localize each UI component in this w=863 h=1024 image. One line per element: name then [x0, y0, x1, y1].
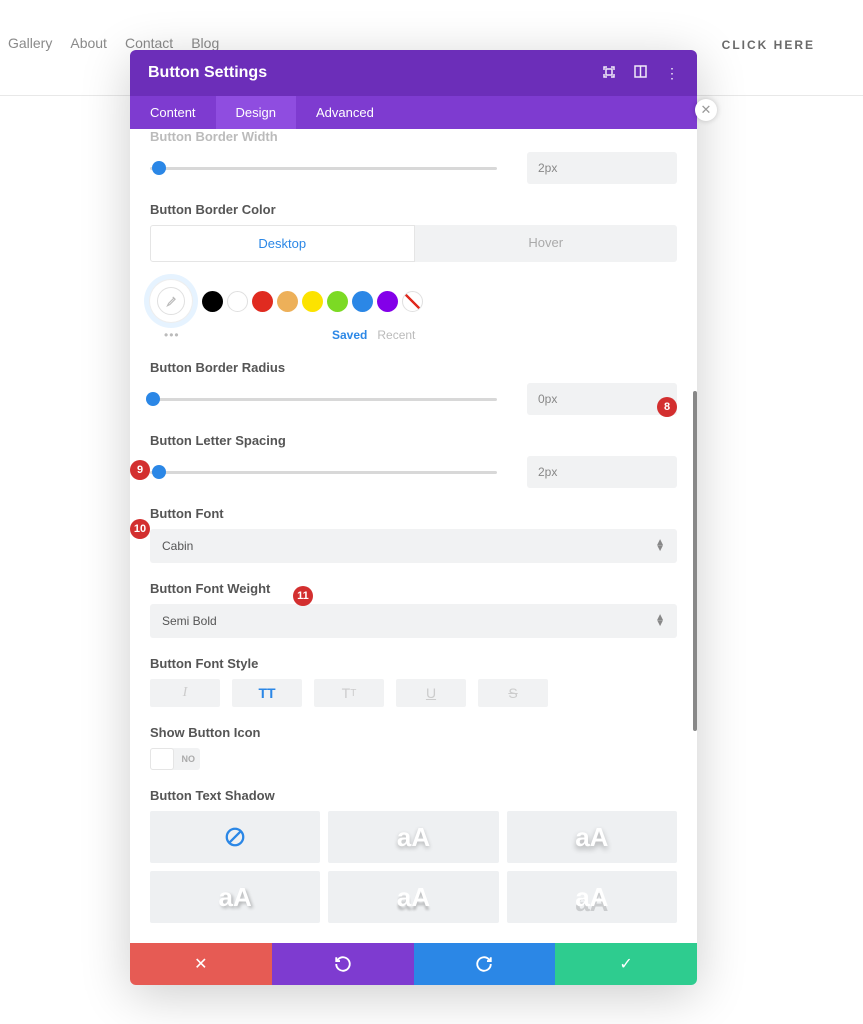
more-icon[interactable]: ⋮: [665, 65, 679, 82]
color-green[interactable]: [327, 291, 348, 312]
cancel-button[interactable]: ✕: [130, 943, 272, 985]
label-text-shadow: Button Text Shadow: [150, 788, 677, 803]
font-weight-value: Semi Bold: [162, 614, 217, 628]
color-picker-row: ••• Saved Recent: [150, 280, 677, 322]
select-arrows-icon: ▲▼: [655, 540, 665, 552]
nav-about[interactable]: About: [70, 35, 107, 51]
nav-blog[interactable]: Blog: [191, 35, 219, 51]
tab-advanced[interactable]: Advanced: [296, 96, 394, 129]
uppercase-button[interactable]: TT: [232, 679, 302, 707]
underline-button[interactable]: U: [396, 679, 466, 707]
modal-title: Button Settings: [148, 64, 267, 82]
shadow-option-6[interactable]: aA: [507, 871, 677, 923]
smallcaps-button[interactable]: TT: [314, 679, 384, 707]
letter-spacing-slider[interactable]: [150, 462, 497, 482]
eyedropper-button[interactable]: [150, 280, 192, 322]
color-orange[interactable]: [277, 291, 298, 312]
color-none[interactable]: [402, 291, 423, 312]
border-radius-input[interactable]: [527, 383, 677, 415]
font-select[interactable]: Cabin ▲▼: [150, 529, 677, 563]
callout-11: 11: [293, 586, 313, 606]
callout-8: 8: [657, 397, 677, 417]
saved-colors-link[interactable]: Saved: [332, 328, 367, 342]
label-font-weight: Button Font Weight: [150, 581, 677, 596]
shadow-option-4[interactable]: aA: [150, 871, 320, 923]
font-weight-select[interactable]: Semi Bold ▲▼: [150, 604, 677, 638]
more-colors-icon[interactable]: •••: [164, 328, 180, 342]
callout-9: 9: [130, 460, 150, 480]
label-border-width: Button Border Width: [150, 129, 677, 144]
top-nav: Gallery About Contact Blog: [8, 35, 219, 51]
snap-icon[interactable]: [634, 65, 647, 81]
select-arrows-icon: ▲▼: [655, 615, 665, 627]
show-icon-toggle[interactable]: NO: [150, 748, 200, 770]
label-border-color: Button Border Color: [150, 202, 677, 217]
save-button[interactable]: ✓: [555, 943, 697, 985]
color-red[interactable]: [252, 291, 273, 312]
undo-button[interactable]: [272, 943, 414, 985]
state-hover[interactable]: Hover: [415, 225, 678, 262]
modal-content: Button Border Width Button Border Color …: [130, 129, 697, 943]
tab-design[interactable]: Design: [216, 96, 296, 129]
color-yellow[interactable]: [302, 291, 323, 312]
label-font-style: Button Font Style: [150, 656, 677, 671]
label-show-icon: Show Button Icon: [150, 725, 677, 740]
strikethrough-button[interactable]: S: [478, 679, 548, 707]
state-desktop[interactable]: Desktop: [150, 225, 415, 262]
scrollbar[interactable]: [693, 391, 697, 731]
color-white[interactable]: [227, 291, 248, 312]
shadow-option-2[interactable]: aA: [328, 811, 498, 863]
color-purple[interactable]: [377, 291, 398, 312]
letter-spacing-input[interactable]: [527, 456, 677, 488]
modal-header: Button Settings ⋮: [130, 50, 697, 96]
nav-contact[interactable]: Contact: [125, 35, 173, 51]
callout-10: 10: [130, 519, 150, 539]
italic-button[interactable]: I: [150, 679, 220, 707]
label-letter-spacing: Button Letter Spacing: [150, 433, 677, 448]
close-modal-icon[interactable]: ✕: [695, 99, 717, 121]
label-font: Button Font: [150, 506, 677, 521]
recent-colors-link[interactable]: Recent: [377, 328, 415, 342]
font-value: Cabin: [162, 539, 193, 553]
expand-icon[interactable]: [602, 65, 616, 82]
color-blue[interactable]: [352, 291, 373, 312]
shadow-none[interactable]: [150, 811, 320, 863]
shadow-option-3[interactable]: aA: [507, 811, 677, 863]
toggle-value: NO: [182, 754, 196, 764]
border-width-slider[interactable]: [150, 158, 497, 178]
border-radius-slider[interactable]: [150, 389, 497, 409]
settings-modal: Button Settings ⋮ Content Design Advance…: [130, 50, 697, 985]
color-black[interactable]: [202, 291, 223, 312]
nav-gallery[interactable]: Gallery: [8, 35, 52, 51]
modal-footer: ✕ ✓: [130, 943, 697, 985]
label-border-radius: Button Border Radius: [150, 360, 677, 375]
tab-content[interactable]: Content: [130, 96, 216, 129]
border-width-input[interactable]: [527, 152, 677, 184]
redo-button[interactable]: [414, 943, 556, 985]
shadow-option-5[interactable]: aA: [328, 871, 498, 923]
modal-tabs: Content Design Advanced: [130, 96, 697, 129]
click-here-button[interactable]: CLICK HERE: [722, 38, 815, 52]
